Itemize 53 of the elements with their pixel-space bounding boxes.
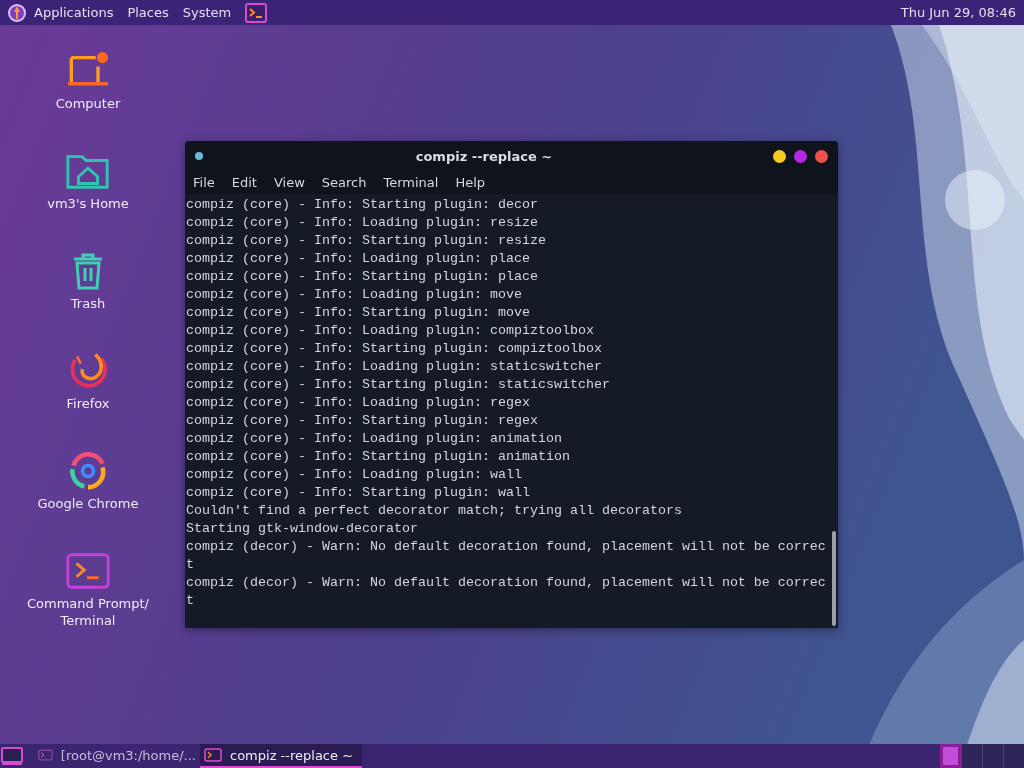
- icon-label[interactable]: Computer: [23, 95, 153, 112]
- panel-menu[interactable]: System: [182, 5, 232, 20]
- output-line: compiz (core) - Info: Loading plugin: staticswitcher: [186, 358, 603, 376]
- logo-icon[interactable]: [7, 2, 27, 23]
- icon-label[interactable]: Firefox: [23, 395, 153, 412]
- output-line: compiz (decor) - Warn: No default decoration found, placement will not be correc: [186, 538, 827, 556]
- output-line: compiz (decor) - Warn: No default decoration found, placement will not be correc: [186, 574, 827, 592]
- icon-label[interactable]: Google Chrome: [23, 495, 153, 512]
- output-line: compiz (core) - Info: Loading plugin: wall: [186, 466, 523, 484]
- output-line: compiz (core) - Info: Loading plugin: resize: [186, 214, 539, 232]
- menu-item[interactable]: Edit: [231, 175, 257, 190]
- output-line: compiz (core) - Info: Starting plugin: animation: [186, 448, 571, 466]
- clock[interactable]: Thu Jun 29, 08:46: [900, 5, 1016, 20]
- output-line: compiz (core) - Info: Starting plugin: place: [186, 268, 539, 286]
- minimize-button[interactable]: [773, 149, 786, 163]
- output-line: compiz (core) - Info: Starting plugin: staticswitcher: [186, 376, 611, 394]
- output-line: compiz (core) - Info: Starting plugin: decor: [186, 196, 539, 214]
- output-line: compiz (core) - Info: Loading plugin: animation: [186, 430, 563, 448]
- output-line: Starting gtk-window-decorator: [186, 520, 419, 538]
- menu-item[interactable]: Search: [321, 175, 367, 190]
- taskbar-button[interactable]: [root@vm3:/home/...: [34, 744, 196, 768]
- output-line: Couldn't find a perfect decorator match; trying all decorators: [186, 502, 683, 520]
- menu-item[interactable]: Terminal: [383, 175, 439, 190]
- output-line: compiz (core) - Info: Starting plugin: move: [186, 304, 531, 322]
- close-button[interactable]: [815, 149, 828, 163]
- output-line: compiz (core) - Info: Starting plugin: wall: [186, 484, 531, 502]
- icon-label[interactable]: vm3's Home: [23, 195, 153, 212]
- show-desktop-icon[interactable]: [0, 746, 24, 766]
- terminal-icon[interactable]: [245, 2, 268, 23]
- taskbar-button[interactable]: compiz --replace ~: [200, 744, 362, 768]
- terminal-icon: [38, 748, 53, 762]
- icon-label[interactable]: Trash: [23, 295, 153, 312]
- output-line: compiz (core) - Info: Starting plugin: resize: [186, 232, 547, 250]
- menu-item[interactable]: Help: [455, 175, 486, 190]
- panel-menu[interactable]: Places: [127, 5, 169, 20]
- window-title: compiz --replace ~: [414, 148, 554, 164]
- output-line: compiz (core) - Info: Loading plugin: place: [186, 250, 531, 268]
- output-line: t: [186, 556, 195, 574]
- output-line: compiz (core) - Info: Loading plugin: move: [186, 286, 523, 304]
- terminal-icon[interactable]: [65, 551, 111, 591]
- output-line: t: [186, 592, 195, 610]
- output-line: compiz (core) - Info: Starting plugin: compiztoolbox: [186, 340, 603, 358]
- icon-label[interactable]: Command Prompt/ Terminal: [23, 595, 153, 629]
- output-line: compiz (core) - Info: Loading plugin: regex: [186, 394, 531, 412]
- panel-menu[interactable]: Applications: [34, 5, 114, 20]
- scrollbar-thumb[interactable]: [832, 531, 836, 626]
- window-menu-icon[interactable]: [195, 152, 203, 160]
- maximize-button[interactable]: [794, 149, 807, 163]
- menu-item[interactable]: File: [193, 175, 215, 190]
- terminal-icon: [204, 748, 222, 762]
- output-line: compiz (core) - Info: Starting plugin: regex: [186, 412, 539, 430]
- output-line: compiz (core) - Info: Loading plugin: compiztoolbox: [186, 322, 595, 340]
- menu-item[interactable]: View: [273, 175, 305, 190]
